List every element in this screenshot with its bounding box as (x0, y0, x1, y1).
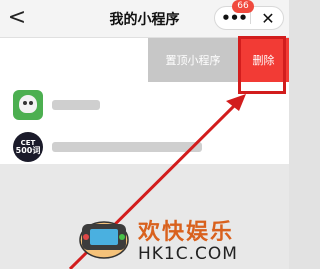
capsule-divider (250, 12, 251, 24)
blurred-app-name[interactable] (52, 142, 202, 152)
blurred-app-name[interactable] (52, 100, 100, 110)
watermark-url: HK1C.COM (138, 244, 238, 264)
cartoon-mascot-icon[interactable] (13, 90, 43, 120)
notification-badge: 66 (232, 0, 254, 13)
mascot-face (19, 95, 37, 113)
game-controller-icon (79, 221, 129, 259)
cet-500-icon[interactable]: CET 500词 (13, 132, 43, 162)
mascot-eye (29, 101, 33, 105)
list-item-swiped[interactable]: 置顶小程序 删除 (0, 38, 289, 82)
pin-mini-program-button[interactable]: 置顶小程序 (148, 38, 238, 82)
watermark-title: 欢快娱乐 (138, 220, 235, 245)
mascot-eye (23, 101, 27, 105)
delete-button[interactable]: 删除 (238, 38, 289, 82)
icon-text-bottom: 500词 (15, 145, 41, 155)
close-icon[interactable]: ✕ (253, 7, 283, 29)
